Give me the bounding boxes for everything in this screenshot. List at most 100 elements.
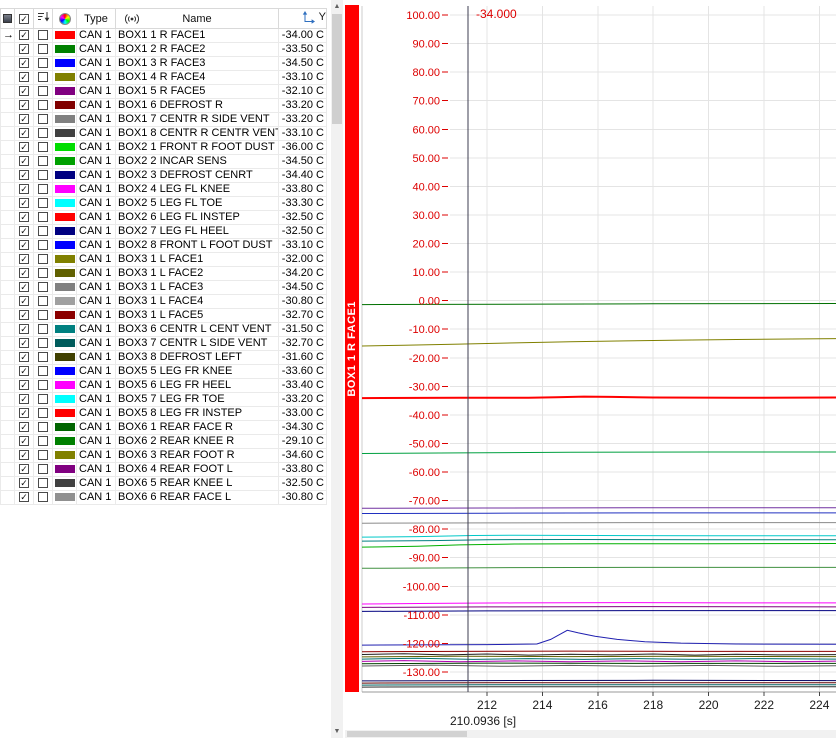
signal-visible-checkbox[interactable]: ✓ — [19, 408, 29, 418]
signal-name[interactable]: BOX1 2 R FACE2 — [116, 43, 279, 57]
type-column-header[interactable]: Type — [77, 9, 116, 29]
signal-row[interactable]: ✓CAN 1BOX3 1 L FACE2-34.20 C — [1, 267, 327, 281]
signal-visible-checkbox[interactable]: ✓ — [19, 450, 29, 460]
signal-visible-checkbox[interactable]: ✓ — [19, 142, 29, 152]
scrollbar-thumb[interactable] — [332, 14, 342, 124]
signal-flag-checkbox[interactable] — [38, 310, 48, 320]
signal-row[interactable]: ✓CAN 1BOX2 8 FRONT L FOOT DUST-33.10 C — [1, 239, 327, 253]
signal-flag-checkbox[interactable] — [38, 198, 48, 208]
signal-row[interactable]: ✓CAN 1BOX6 3 REAR FOOT R-34.60 C — [1, 449, 327, 463]
signal-flag-checkbox[interactable] — [38, 366, 48, 376]
signal-flag-checkbox[interactable] — [38, 352, 48, 362]
signal-color-swatch[interactable] — [55, 101, 75, 109]
signal-row[interactable]: ✓CAN 1BOX3 1 L FACE1-32.00 C — [1, 253, 327, 267]
signal-flag-checkbox[interactable] — [38, 100, 48, 110]
signal-color-swatch[interactable] — [55, 297, 75, 305]
signal-color-swatch[interactable] — [55, 255, 75, 263]
signal-flag-checkbox[interactable] — [38, 226, 48, 236]
signal-flag-checkbox[interactable] — [38, 58, 48, 68]
signal-visible-checkbox[interactable]: ✓ — [19, 464, 29, 474]
signal-color-swatch[interactable] — [55, 283, 75, 291]
signal-flag-checkbox[interactable] — [38, 30, 48, 40]
signal-visible-checkbox[interactable]: ✓ — [19, 282, 29, 292]
signal-flag-checkbox[interactable] — [38, 492, 48, 502]
signal-color-swatch[interactable] — [55, 143, 75, 151]
chart-svg[interactable]: 100.0090.0080.0070.0060.0050.0040.0030.0… — [360, 0, 836, 738]
signal-row[interactable]: ✓CAN 1BOX1 3 R FACE3-34.50 C — [1, 57, 327, 71]
signal-row[interactable]: ✓CAN 1BOX2 1 FRONT R FOOT DUST-36.00 C — [1, 141, 327, 155]
signal-name[interactable]: BOX6 5 REAR KNEE L — [116, 477, 279, 491]
signal-row[interactable]: ✓CAN 1BOX1 6 DEFROST R-33.20 C — [1, 99, 327, 113]
signal-flag-checkbox[interactable] — [38, 408, 48, 418]
signal-visible-checkbox[interactable]: ✓ — [19, 478, 29, 488]
signal-color-swatch[interactable] — [55, 451, 75, 459]
signal-visible-checkbox[interactable]: ✓ — [19, 352, 29, 362]
signal-name[interactable]: BOX3 7 CENTR L SIDE VENT — [116, 337, 279, 351]
signal-visible-checkbox[interactable]: ✓ — [19, 86, 29, 96]
signal-flag-checkbox[interactable] — [38, 324, 48, 334]
signal-row[interactable]: ✓CAN 1BOX5 7 LEG FR TOE-33.20 C — [1, 393, 327, 407]
signal-name[interactable]: BOX6 1 REAR FACE R — [116, 421, 279, 435]
signal-color-swatch[interactable] — [55, 59, 75, 67]
signal-flag-checkbox[interactable] — [38, 268, 48, 278]
signal-flag-checkbox[interactable] — [38, 422, 48, 432]
signal-name[interactable]: BOX3 6 CENTR L CENT VENT — [116, 323, 279, 337]
signal-visible-checkbox[interactable]: ✓ — [19, 268, 29, 278]
signal-visible-checkbox[interactable]: ✓ — [19, 324, 29, 334]
signal-visible-checkbox[interactable]: ✓ — [19, 30, 29, 40]
signal-color-swatch[interactable] — [55, 465, 75, 473]
signal-visible-checkbox[interactable]: ✓ — [19, 254, 29, 264]
signal-visible-checkbox[interactable]: ✓ — [19, 212, 29, 222]
signal-color-swatch[interactable] — [55, 157, 75, 165]
signal-name[interactable]: BOX1 8 CENTR R CENTR VENT — [116, 127, 279, 141]
signal-flag-checkbox[interactable] — [38, 114, 48, 124]
signal-visible-checkbox[interactable]: ✓ — [19, 492, 29, 502]
signal-visible-checkbox[interactable]: ✓ — [19, 422, 29, 432]
signal-visible-checkbox[interactable]: ✓ — [19, 72, 29, 82]
signal-name[interactable]: BOX2 6 LEG FL INSTEP — [116, 211, 279, 225]
color-column-header[interactable] — [53, 9, 77, 29]
scroll-up-arrow[interactable]: ▲ — [331, 0, 343, 13]
corner-header-cell[interactable] — [1, 9, 15, 29]
signal-flag-checkbox[interactable] — [38, 142, 48, 152]
signal-visible-checkbox[interactable]: ✓ — [19, 310, 29, 320]
signal-color-swatch[interactable] — [55, 367, 75, 375]
signal-flag-checkbox[interactable] — [38, 44, 48, 54]
signal-name[interactable]: BOX2 2 INCAR SENS — [116, 155, 279, 169]
signal-visible-checkbox[interactable]: ✓ — [19, 380, 29, 390]
signal-visible-checkbox[interactable]: ✓ — [19, 128, 29, 138]
signal-name[interactable]: BOX3 1 L FACE3 — [116, 281, 279, 295]
signal-visible-checkbox[interactable]: ✓ — [19, 170, 29, 180]
signal-color-swatch[interactable] — [55, 241, 75, 249]
signal-name[interactable]: BOX2 7 LEG FL HEEL — [116, 225, 279, 239]
signal-flag-checkbox[interactable] — [38, 338, 48, 348]
signal-row[interactable]: ✓CAN 1BOX2 5 LEG FL TOE-33.30 C — [1, 197, 327, 211]
signal-name[interactable]: BOX1 4 R FACE4 — [116, 71, 279, 85]
signal-row[interactable]: ✓CAN 1BOX1 5 R FACE5-32.10 C — [1, 85, 327, 99]
signal-row[interactable]: ✓CAN 1BOX5 6 LEG FR HEEL-33.40 C — [1, 379, 327, 393]
signal-name[interactable]: BOX5 6 LEG FR HEEL — [116, 379, 279, 393]
signal-color-swatch[interactable] — [55, 325, 75, 333]
signal-row[interactable]: ✓CAN 1BOX5 8 LEG FR INSTEP-33.00 C — [1, 407, 327, 421]
chart-scrollbar-thumb[interactable] — [347, 731, 467, 737]
signal-row[interactable]: ✓CAN 1BOX3 8 DEFROST LEFT-31.60 C — [1, 351, 327, 365]
signal-name[interactable]: BOX1 1 R FACE1 — [116, 29, 279, 43]
signal-color-swatch[interactable] — [55, 73, 75, 81]
signal-color-swatch[interactable] — [55, 423, 75, 431]
signal-flag-checkbox[interactable] — [38, 282, 48, 292]
signal-name[interactable]: BOX2 8 FRONT L FOOT DUST — [116, 239, 279, 253]
signal-name[interactable]: BOX3 1 L FACE4 — [116, 295, 279, 309]
signal-visible-checkbox[interactable]: ✓ — [19, 184, 29, 194]
name-column-header[interactable]: Name — [116, 9, 279, 29]
signal-name[interactable]: BOX5 5 LEG FR KNEE — [116, 365, 279, 379]
visible-column-header[interactable]: ✓ — [15, 9, 34, 29]
signal-color-swatch[interactable] — [55, 381, 75, 389]
signal-color-swatch[interactable] — [55, 129, 75, 137]
signal-row[interactable]: ✓CAN 1BOX1 4 R FACE4-33.10 C — [1, 71, 327, 85]
signal-color-swatch[interactable] — [55, 171, 75, 179]
signal-row[interactable]: ✓CAN 1BOX1 2 R FACE2-33.50 C — [1, 43, 327, 57]
signal-visible-checkbox[interactable]: ✓ — [19, 156, 29, 166]
signal-flag-checkbox[interactable] — [38, 156, 48, 166]
signal-visible-checkbox[interactable]: ✓ — [19, 58, 29, 68]
signal-color-swatch[interactable] — [55, 115, 75, 123]
